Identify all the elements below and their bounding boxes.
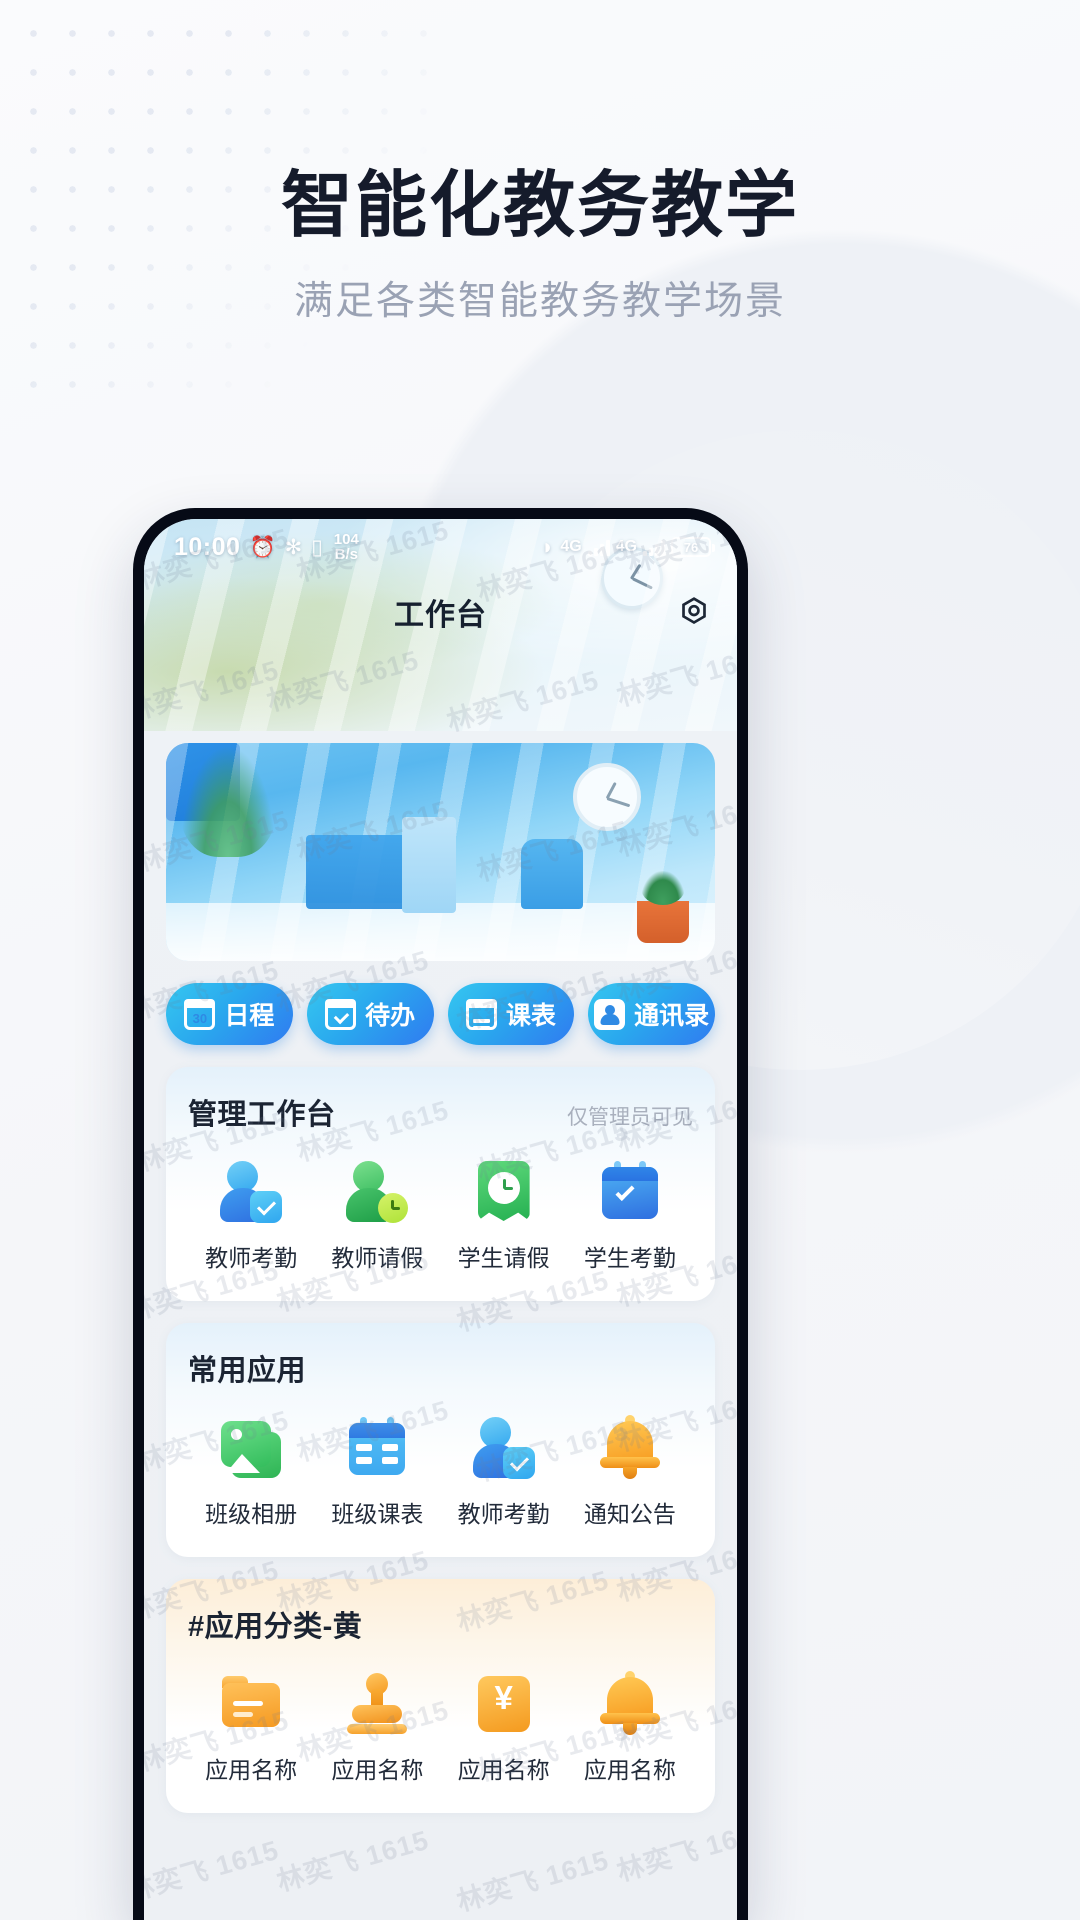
app-item-class-timetable[interactable]: 班级课表 (314, 1415, 440, 1529)
schedule-icon (465, 998, 497, 1030)
app-item-notice[interactable]: 通知公告 (567, 1415, 693, 1529)
app-item-teacher-attendance-2[interactable]: 教师考勤 (441, 1415, 567, 1529)
app-item-label: 应用名称 (331, 1757, 424, 1783)
app-item-label: 教师考勤 (457, 1501, 550, 1527)
quick-action-label: 课表 (505, 1002, 556, 1030)
network-type-2: 4G (615, 538, 637, 555)
section-title: 管理工作台 (188, 1099, 336, 1131)
network-speed-unit: B/s (334, 546, 358, 563)
quick-action-row: 30 日程 待办 课表 通讯录 (166, 983, 715, 1045)
folder-icon (218, 1671, 284, 1737)
quick-action-label: 待办 (365, 1002, 416, 1030)
tag-clock-icon (471, 1159, 537, 1225)
section-header: #应用分类-黄 (188, 1603, 693, 1645)
quick-action-label: 日程 (224, 1002, 275, 1030)
app-item-label: 通知公告 (583, 1501, 676, 1527)
phone-mockup: 10:00 ⏰ ✻ ▯ 104 B/s ◗ 4G 4G 76 工作台 30 日程… (133, 508, 748, 1920)
app-item-label: 教师考勤 (205, 1245, 298, 1271)
bluetooth-icon: ✻ (284, 535, 303, 559)
battery-indicator: 76 (671, 537, 715, 557)
calendar-grid-icon (344, 1415, 410, 1481)
app-item-generic-3[interactable]: ¥ 应用名称 (441, 1671, 567, 1785)
app-item-student-leave[interactable]: 学生请假 (441, 1159, 567, 1273)
calendar-check-icon (325, 998, 357, 1030)
quick-action-schedule[interactable]: 30 日程 (166, 983, 293, 1045)
section-title: #应用分类-黄 (188, 1611, 363, 1643)
section-note: 仅管理员可见 (567, 1106, 693, 1129)
hero-text-block: 智能化教务教学 满足各类智能教务教学场景 (0, 168, 1080, 326)
section-admin-workbench: 管理工作台 仅管理员可见 教师考勤 教师请假 学生请假 学生考勤 (166, 1067, 715, 1301)
app-item-label: 应用名称 (583, 1757, 676, 1783)
stamp-icon (344, 1671, 410, 1737)
section-app-category-yellow: #应用分类-黄 应用名称 应用名称 ¥ 应用名称 应用名称 (166, 1579, 715, 1813)
gear-icon[interactable] (677, 595, 711, 629)
app-item-label: 学生请假 (457, 1245, 550, 1271)
app-item-label: 班级相册 (205, 1501, 298, 1527)
app-item-class-album[interactable]: 班级相册 (188, 1415, 314, 1529)
bell-icon (597, 1415, 663, 1481)
network-speed: 104 B/s (334, 532, 359, 562)
bell-icon (597, 1671, 663, 1737)
user-check-icon (471, 1415, 537, 1481)
app-item-label: 应用名称 (205, 1757, 298, 1783)
banner-plant-leaves (180, 745, 276, 857)
promo-banner[interactable] (166, 743, 715, 961)
app-bar: 工作台 (144, 575, 737, 649)
banner-cabinet (402, 817, 456, 913)
quick-action-contacts[interactable]: 通讯录 (588, 983, 715, 1045)
yuan-icon: ¥ (471, 1671, 537, 1737)
app-item-generic-1[interactable]: 应用名称 (188, 1671, 314, 1785)
section-grid: 班级相册 班级课表 教师考勤 通知公告 (188, 1415, 693, 1529)
calendar-check-icon (597, 1159, 663, 1225)
section-header: 管理工作台 仅管理员可见 (188, 1091, 693, 1133)
app-item-label: 学生考勤 (583, 1245, 676, 1271)
app-bar-title: 工作台 (394, 599, 487, 632)
network-type-1: 4G (560, 538, 582, 555)
page-title: 智能化教务教学 (280, 166, 799, 246)
quick-action-todo[interactable]: 待办 (306, 983, 434, 1045)
status-time: 10:00 (174, 532, 241, 561)
status-bar-right: ◗ 4G 4G 76 (541, 534, 715, 560)
calendar-30-icon: 30 (184, 998, 216, 1030)
wifi-icon: ◗ (541, 534, 555, 559)
vibrate-icon: ▯ (311, 535, 323, 559)
app-item-teacher-attendance[interactable]: 教师考勤 (188, 1159, 314, 1273)
section-title: 常用应用 (188, 1355, 307, 1387)
section-header: 常用应用 (188, 1347, 693, 1389)
user-check-icon (218, 1159, 284, 1225)
alarm-icon: ⏰ (249, 535, 276, 559)
page-subtitle: 满足各类智能教务教学场景 (293, 280, 786, 324)
banner-clock-icon (573, 763, 641, 831)
signal-bars-1-icon (587, 539, 610, 556)
quick-action-label: 通讯录 (634, 1002, 710, 1030)
app-item-generic-4[interactable]: 应用名称 (567, 1671, 693, 1785)
app-item-label: 教师请假 (331, 1245, 424, 1271)
app-item-label: 应用名称 (457, 1757, 550, 1783)
app-item-student-attendance[interactable]: 学生考勤 (567, 1159, 693, 1273)
status-bar: 10:00 ⏰ ✻ ▯ 104 B/s ◗ 4G 4G 76 (144, 519, 737, 575)
phone-screen: 10:00 ⏰ ✻ ▯ 104 B/s ◗ 4G 4G 76 工作台 30 日程… (144, 519, 737, 1920)
app-content-scroll[interactable]: 30 日程 待办 课表 通讯录 管理工作台 仅管理员可见 教师考勤 教师请假 学… (144, 731, 737, 1920)
app-item-label: 班级课表 (331, 1501, 424, 1527)
contacts-icon (594, 998, 626, 1030)
photo-icon (218, 1415, 284, 1481)
section-common-apps: 常用应用 班级相册 班级课表 教师考勤 通知公告 (166, 1323, 715, 1557)
section-grid: 应用名称 应用名称 ¥ 应用名称 应用名称 (188, 1671, 693, 1785)
banner-potted-succulent (637, 871, 689, 943)
user-clock-icon (344, 1159, 410, 1225)
banner-chair (521, 839, 583, 909)
app-item-generic-2[interactable]: 应用名称 (314, 1671, 440, 1785)
quick-action-timetable[interactable]: 课表 (447, 983, 575, 1045)
app-item-teacher-leave[interactable]: 教师请假 (314, 1159, 440, 1273)
section-grid: 教师考勤 教师请假 学生请假 学生考勤 (188, 1159, 693, 1273)
signal-bars-2-icon (643, 539, 665, 556)
